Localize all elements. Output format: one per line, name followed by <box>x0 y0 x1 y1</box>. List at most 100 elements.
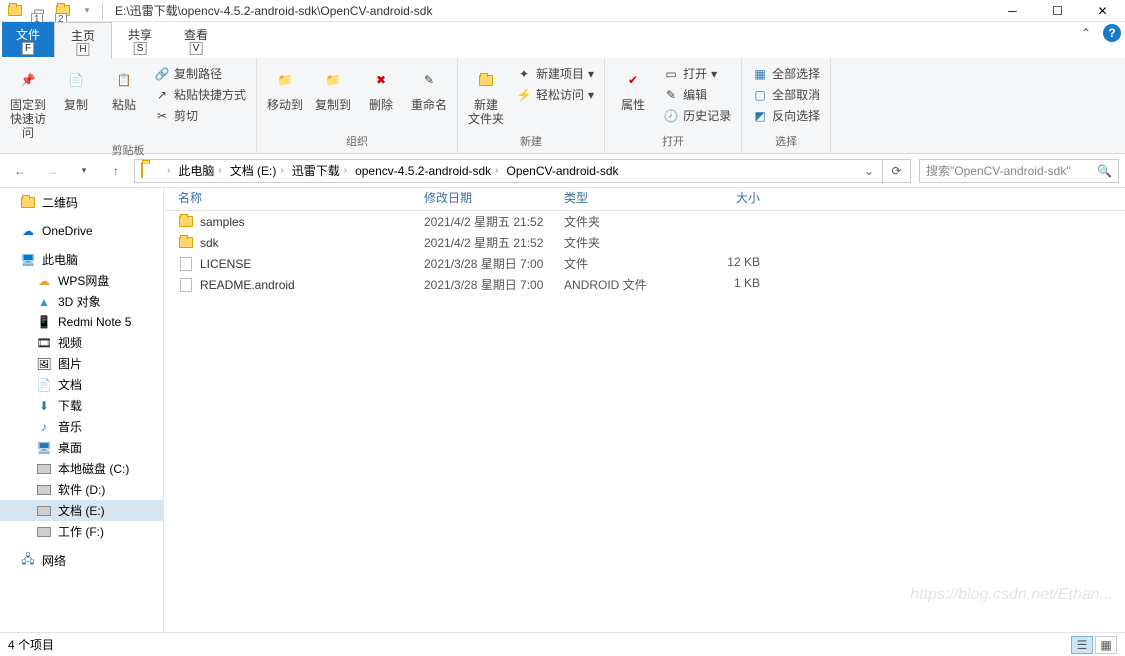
window-title: E:\迅雷下载\opencv-4.5.2-android-sdk\OpenCV-… <box>107 2 990 19</box>
file-row[interactable]: README.android 2021/3/28 星期日 7:00ANDROID … <box>164 274 1125 295</box>
sidebar-item-onedrive[interactable]: ☁OneDrive <box>0 221 163 241</box>
file-date: 2021/4/2 星期五 21:52 <box>424 213 564 230</box>
moveto-icon: 📁 <box>269 64 301 96</box>
title-bar: ▭1 2 ▾ E:\迅雷下载\opencv-4.5.2-android-sdk\… <box>0 0 1125 22</box>
copyto-icon: 📁 <box>317 64 349 96</box>
properties-button[interactable]: ✔属性 <box>611 60 655 112</box>
help-icon[interactable]: ? <box>1103 24 1121 42</box>
moveto-button[interactable]: 📁移动到 <box>263 60 307 112</box>
cut-button[interactable]: ✂剪切 <box>150 106 250 125</box>
copy-button[interactable]: 📄复制 <box>54 60 98 112</box>
address-bar[interactable]: › 此电脑› 文档 (E:)› 迅雷下载› opencv-4.5.2-andro… <box>134 159 883 183</box>
cut-icon: ✂ <box>154 108 170 124</box>
refresh-button[interactable]: ⟳ <box>883 159 911 183</box>
file-name: README.android <box>200 278 295 292</box>
open-button[interactable]: ▭打开 ▾ <box>659 64 735 83</box>
copypath-button[interactable]: 🔗复制路径 <box>150 64 250 83</box>
col-name-header[interactable]: 名称 <box>164 189 424 206</box>
newitem-button[interactable]: ✦新建项目 ▾ <box>512 64 598 83</box>
selectnone-icon: ▢ <box>752 87 768 103</box>
tab-file[interactable]: 文件F <box>2 22 54 57</box>
pasteshortcut-button[interactable]: ↗粘贴快捷方式 <box>150 85 250 104</box>
sidebar-item-pictures[interactable]: 🖼图片 <box>0 353 163 374</box>
file-date: 2021/4/2 星期五 21:52 <box>424 234 564 251</box>
search-placeholder: 搜索"OpenCV-android-sdk" <box>926 162 1071 179</box>
qat-dropdown-icon[interactable]: ▾ <box>76 1 98 21</box>
file-name: sdk <box>200 236 219 250</box>
group-organize-label: 组织 <box>263 131 451 151</box>
edit-button[interactable]: ✎编辑 <box>659 85 735 104</box>
sidebar-item-network[interactable]: 🖧网络 <box>0 550 163 571</box>
newfolder-button[interactable]: 新建 文件夹 <box>464 60 508 126</box>
file-type: 文件 <box>564 255 688 272</box>
file-type: 文件夹 <box>564 213 688 230</box>
sidebar-item-thispc[interactable]: 🖥此电脑 <box>0 249 163 270</box>
sidebar-item-wps[interactable]: ☁WPS网盘 <box>0 270 163 291</box>
pin-button[interactable]: 📌固定到快速访问 <box>6 60 50 140</box>
file-type: ANDROID 文件 <box>564 276 688 293</box>
breadcrumb-item: 迅雷下载› <box>288 162 351 179</box>
copypath-icon: 🔗 <box>154 66 170 82</box>
file-row[interactable]: samples 2021/4/2 星期五 21:52文件夹 <box>164 211 1125 232</box>
rename-icon: ✎ <box>413 64 445 96</box>
sidebar-item-desktop[interactable]: 🖥桌面 <box>0 437 163 458</box>
status-bar: 4 个项目 ☰ ▦ <box>0 632 1125 656</box>
forward-button[interactable]: → <box>38 158 66 184</box>
sidebar-item-downloads[interactable]: ⬇下载 <box>0 395 163 416</box>
tab-share[interactable]: 共享S <box>112 22 168 57</box>
file-date: 2021/3/28 星期日 7:00 <box>424 276 564 293</box>
paste-icon: 📋 <box>108 64 140 96</box>
sidebar-item-diskd[interactable]: 软件 (D:) <box>0 479 163 500</box>
recent-dropdown[interactable]: ▾ <box>70 158 98 184</box>
sidebar-item-qrcode[interactable]: 二维码 <box>0 192 163 213</box>
sidebar-item-videos[interactable]: 🎞视频 <box>0 332 163 353</box>
qat-folder-icon[interactable] <box>4 1 26 21</box>
col-size-header[interactable]: 大小 <box>688 189 768 206</box>
qat-newfolder-icon[interactable]: 2 <box>52 1 74 21</box>
close-button[interactable]: ✕ <box>1080 0 1125 22</box>
newfolder-icon <box>470 64 502 96</box>
folder-icon <box>178 214 194 230</box>
nav-sidebar[interactable]: 二维码 ☁OneDrive 🖥此电脑 ☁WPS网盘 ▲3D 对象 📱Redmi … <box>0 188 164 632</box>
file-row[interactable]: sdk2021/4/2 星期五 21:52文件夹 <box>164 232 1125 253</box>
view-icons-button[interactable]: ▦ <box>1095 636 1117 654</box>
sidebar-item-music[interactable]: ♪音乐 <box>0 416 163 437</box>
sidebar-item-documents[interactable]: 📄文档 <box>0 374 163 395</box>
col-date-header[interactable]: 修改日期 <box>424 189 564 206</box>
sidebar-item-redmi[interactable]: 📱Redmi Note 5 <box>0 312 163 332</box>
column-headers: 名称 修改日期 类型 大小 <box>164 188 1125 211</box>
file-name: samples <box>200 215 245 229</box>
sidebar-item-diskf[interactable]: 工作 (F:) <box>0 521 163 542</box>
selectnone-button[interactable]: ▢全部取消 <box>748 85 824 104</box>
selectall-button[interactable]: ▦全部选择 <box>748 64 824 83</box>
collapse-ribbon-icon[interactable]: ⌃ <box>1073 22 1099 44</box>
rename-button[interactable]: ✎重命名 <box>407 60 451 112</box>
selectall-icon: ▦ <box>752 66 768 82</box>
paste-button[interactable]: 📋粘贴 <box>102 60 146 112</box>
ribbon-tabs: 文件F 主页H 共享S 查看V ⌃ ? <box>0 22 1125 58</box>
col-type-header[interactable]: 类型 <box>564 189 688 206</box>
tab-view[interactable]: 查看V <box>168 22 224 57</box>
history-button[interactable]: 🕗历史记录 <box>659 106 735 125</box>
up-button[interactable]: ↑ <box>102 158 130 184</box>
sidebar-item-3dobjects[interactable]: ▲3D 对象 <box>0 291 163 312</box>
copyto-button[interactable]: 📁复制到 <box>311 60 355 112</box>
file-row[interactable]: LICENSE2021/3/28 星期日 7:00文件12 KB <box>164 253 1125 274</box>
qat-properties-icon[interactable]: ▭1 <box>28 1 50 21</box>
minimize-button[interactable]: ─ <box>990 0 1035 22</box>
ribbon: 📌固定到快速访问 📄复制 📋粘贴 🔗复制路径 ↗粘贴快捷方式 ✂剪切 剪贴板 📁… <box>0 58 1125 154</box>
group-open-label: 打开 <box>611 131 735 151</box>
invert-button[interactable]: ◩反向选择 <box>748 106 824 125</box>
address-dropdown-icon[interactable]: ⌄ <box>858 164 880 178</box>
easyaccess-button[interactable]: ⚡轻松访问 ▾ <box>512 85 598 104</box>
history-icon: 🕗 <box>663 108 679 124</box>
view-details-button[interactable]: ☰ <box>1071 636 1093 654</box>
sidebar-item-diske[interactable]: 文档 (E:) <box>0 500 163 521</box>
sidebar-item-diskc[interactable]: 本地磁盘 (C:) <box>0 458 163 479</box>
tab-home[interactable]: 主页H <box>54 22 112 59</box>
search-input[interactable]: 搜索"OpenCV-android-sdk" 🔍 <box>919 159 1119 183</box>
group-new-label: 新建 <box>464 131 598 151</box>
back-button[interactable]: ← <box>6 158 34 184</box>
delete-button[interactable]: ✖删除 <box>359 60 403 112</box>
maximize-button[interactable]: ☐ <box>1035 0 1080 22</box>
